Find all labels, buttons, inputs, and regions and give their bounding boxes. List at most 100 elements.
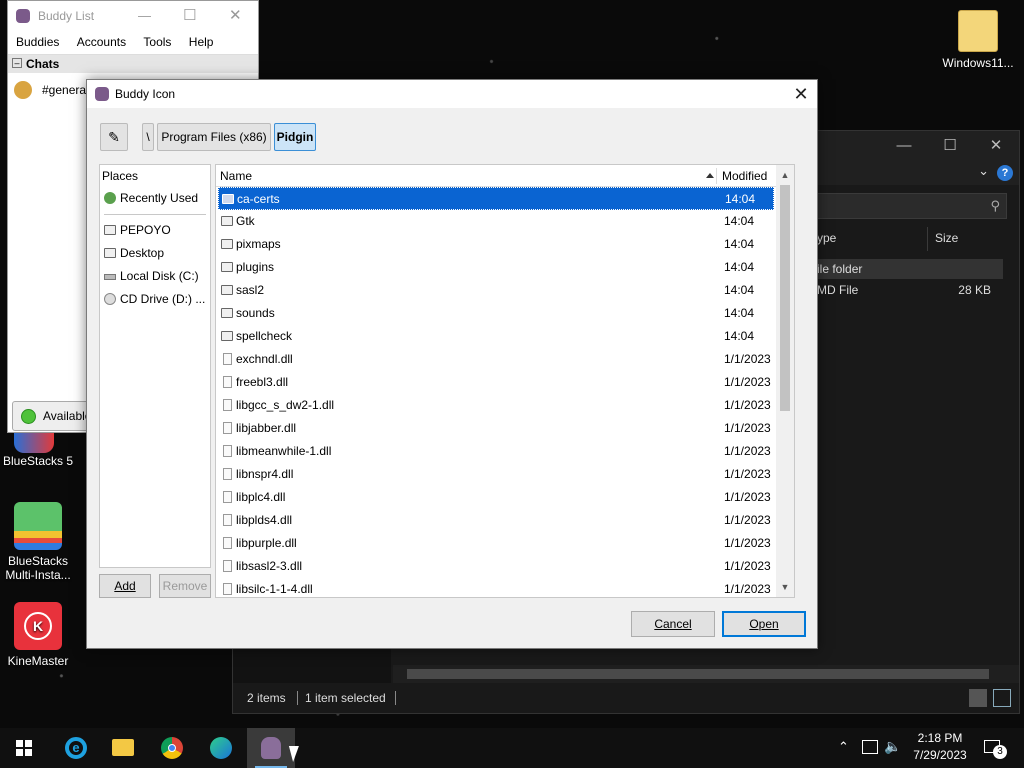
file-row[interactable]: pixmaps 14:04 — [218, 233, 774, 256]
file-name: libplds4.dll — [236, 513, 293, 527]
file-row[interactable]: libsasl2-3.dll 1/1/2023 — [218, 555, 774, 578]
menu-buddies[interactable]: Buddies — [16, 35, 59, 49]
sort-ascending-icon — [706, 173, 714, 178]
chevron-down-icon[interactable]: ⌄ — [978, 163, 989, 179]
file-name: sounds — [236, 306, 275, 320]
file-row[interactable]: spellcheck 14:04 — [218, 325, 774, 348]
minimize-button[interactable]: — — [881, 131, 927, 161]
close-button[interactable]: ✕ — [785, 80, 817, 108]
explorer-search-input[interactable]: ⚲ — [813, 193, 1007, 219]
window-title: Buddy List — [38, 9, 95, 23]
scroll-up-icon[interactable]: ▲ — [776, 167, 794, 183]
file-name: spellcheck — [236, 329, 293, 343]
clock-date: 7/29/2023 — [913, 748, 967, 762]
file-icon — [223, 583, 232, 595]
places-item-desktop[interactable]: Desktop — [100, 242, 210, 265]
file-icon — [223, 422, 232, 434]
file-row[interactable]: libnspr4.dll 1/1/2023 — [218, 463, 774, 486]
edit-location-button[interactable]: ✎ — [100, 123, 128, 151]
file-icon — [223, 514, 232, 526]
file-icon — [223, 491, 232, 503]
file-modified: 1/1/2023 — [724, 490, 771, 504]
file-modified: 1/1/2023 — [724, 375, 771, 389]
file-row[interactable]: libpurple.dll 1/1/2023 — [218, 532, 774, 555]
help-icon[interactable]: ? — [997, 165, 1013, 181]
scrollbar-thumb[interactable] — [780, 185, 790, 411]
places-item-pepoyo[interactable]: PEPOYO — [100, 219, 210, 242]
file-row[interactable]: ca-certs 14:04 — [218, 187, 774, 210]
taskbar-chrome[interactable] — [148, 728, 196, 768]
show-hidden-icons-icon[interactable]: ⌃ — [838, 739, 849, 755]
file-row[interactable]: libplds4.dll 1/1/2023 — [218, 509, 774, 532]
taskbar-edge[interactable] — [197, 728, 245, 768]
column-name[interactable]: Name — [220, 165, 252, 187]
explorer-status-bar: 2 items 1 item selected — [233, 683, 1019, 713]
places-item-label: PEPOYO — [120, 223, 171, 237]
desktop-icon-kinemaster[interactable]: K KineMaster — [0, 602, 76, 668]
file-row[interactable]: sounds 14:04 — [218, 302, 774, 325]
explorer-row[interactable]: MD File 28 KB — [813, 280, 1003, 300]
file-name: libmeanwhile-1.dll — [236, 444, 332, 458]
file-modified: 14:04 — [724, 306, 755, 320]
status-selector[interactable]: Available — [12, 401, 94, 431]
explorer-row[interactable]: ile folder — [813, 259, 1003, 279]
file-row[interactable]: libmeanwhile-1.dll 1/1/2023 — [218, 440, 774, 463]
clock[interactable]: 2:18 PM 7/29/2023 — [906, 731, 974, 762]
remove-place-button[interactable]: Remove — [159, 574, 211, 598]
search-icon: ⚲ — [990, 198, 1000, 213]
open-button[interactable]: Open — [722, 611, 806, 637]
group-label: Chats — [26, 57, 60, 71]
file-icon — [223, 399, 232, 411]
taskbar-ie[interactable]: e — [51, 728, 99, 768]
desktop-icon-bluestacks-multi[interactable]: BlueStacks Multi-Insta... — [0, 502, 76, 582]
places-item-local-disk[interactable]: Local Disk (C:) — [100, 265, 210, 288]
folder-icon — [104, 248, 116, 258]
breadcrumb-pidgin[interactable]: Pidgin — [274, 123, 316, 151]
file-row[interactable]: libjabber.dll 1/1/2023 — [218, 417, 774, 440]
volume-muted-icon[interactable]: 🔈 — [884, 738, 901, 755]
menu-help[interactable]: Help — [189, 35, 214, 49]
file-row[interactable]: exchndl.dll 1/1/2023 — [218, 348, 774, 371]
details-view-icon[interactable] — [969, 689, 987, 707]
places-item-recently-used[interactable]: Recently Used — [100, 187, 210, 210]
add-place-button[interactable]: Add — [99, 574, 151, 598]
file-modified: 14:04 — [724, 329, 755, 343]
cancel-button[interactable]: Cancel — [631, 611, 715, 637]
scroll-down-icon[interactable]: ▼ — [776, 579, 794, 595]
breadcrumb-root[interactable]: \ — [142, 123, 154, 151]
file-row[interactable]: libplc4.dll 1/1/2023 — [218, 486, 774, 509]
group-header-chats[interactable]: – Chats — [8, 55, 258, 73]
file-row[interactable]: Gtk 14:04 — [218, 210, 774, 233]
menu-accounts[interactable]: Accounts — [77, 35, 126, 49]
close-button[interactable]: ✕ — [973, 131, 1019, 161]
column-type[interactable]: ype — [817, 231, 836, 245]
notification-center-button[interactable]: 3 — [982, 738, 1007, 759]
start-button[interactable] — [0, 728, 48, 768]
folder-icon — [958, 10, 998, 52]
clock-time: 2:18 PM — [917, 731, 963, 745]
breadcrumb-program-files[interactable]: Program Files (x86) — [157, 123, 271, 151]
large-icons-view-icon[interactable] — [993, 689, 1011, 707]
file-list-scrollbar[interactable]: ▲ ▼ — [776, 165, 794, 597]
file-row[interactable]: libsilc-1-1-4.dll 1/1/2023 — [218, 578, 774, 597]
minimize-button[interactable]: — — [138, 1, 151, 31]
places-item-cd-drive[interactable]: CD Drive (D:) ... — [100, 288, 210, 311]
file-row[interactable]: plugins 14:04 — [218, 256, 774, 279]
collapse-icon[interactable]: – — [12, 58, 22, 68]
file-row[interactable]: freebl3.dll 1/1/2023 — [218, 371, 774, 394]
taskbar: e ⌃ 🔈 2:18 PM 7/29/2023 3 — [0, 728, 1024, 768]
taskbar-file-explorer[interactable] — [99, 728, 147, 768]
maximize-button[interactable]: ☐ — [183, 1, 196, 31]
places-pane: Places Recently Used PEPOYO Desktop Loca… — [99, 164, 211, 568]
file-name: ca-certs — [237, 192, 280, 206]
close-button[interactable]: ✕ — [229, 1, 242, 31]
menu-tools[interactable]: Tools — [143, 35, 171, 49]
file-row[interactable]: sasl2 14:04 — [218, 279, 774, 302]
explorer-horizontal-scrollbar[interactable] — [393, 665, 1019, 683]
column-modified[interactable]: Modified — [722, 165, 767, 187]
file-row[interactable]: libgcc_s_dw2-1.dll 1/1/2023 — [218, 394, 774, 417]
column-size[interactable]: Size — [935, 231, 958, 245]
maximize-button[interactable]: ☐ — [927, 131, 973, 161]
network-icon[interactable] — [862, 740, 878, 754]
desktop-icon-windows11-folder[interactable]: Windows11... — [936, 10, 1020, 70]
